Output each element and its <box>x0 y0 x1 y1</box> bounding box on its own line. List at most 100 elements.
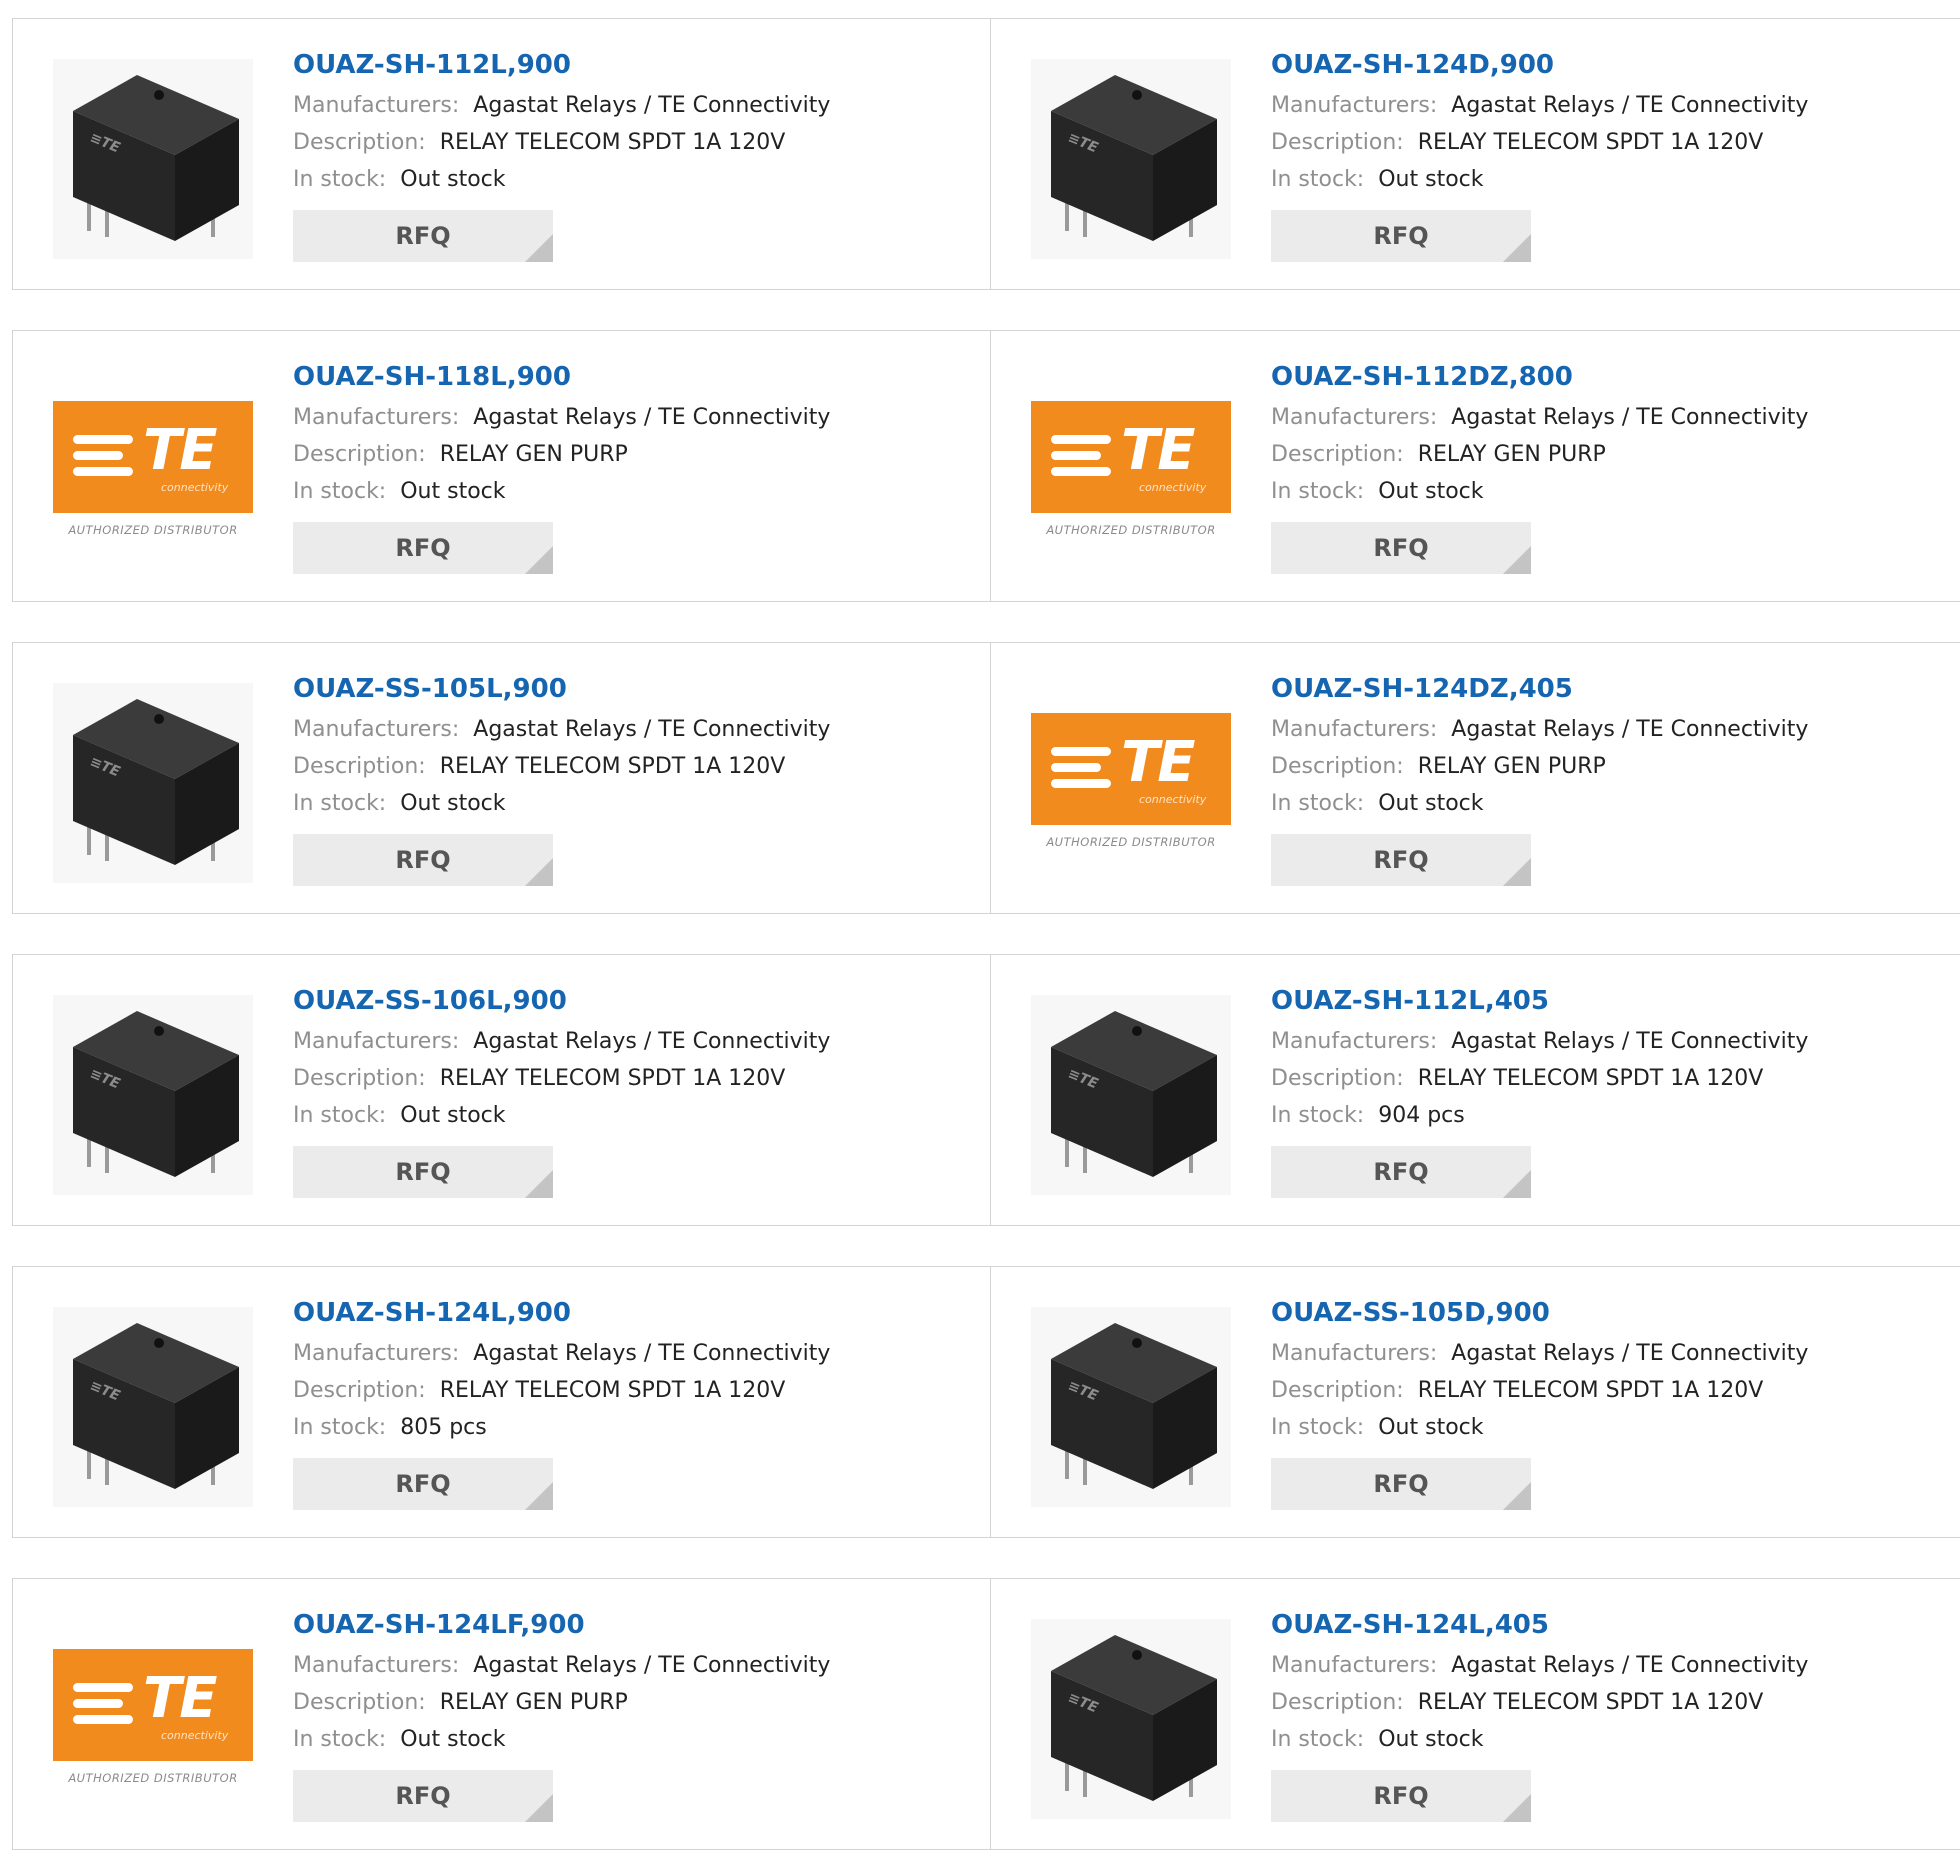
authorized-distributor-text: AUTHORIZED DISTRIBUTOR <box>1046 835 1216 849</box>
manufacturer-line: Manufacturers: Agastat Relays / TE Connec… <box>293 1023 830 1060</box>
product-info: OUAZ-SH-124LF,900 Manufacturers: Agastat … <box>293 1607 830 1822</box>
product-row: ≡TE OUAZ-SH-124L,900 Manufacturers: Agast… <box>12 1266 1960 1538</box>
product-row: TE connectivity AUTHORIZED DISTRIBUTOR O… <box>12 1578 1960 1850</box>
manufacturer-value: Agastat Relays / TE Connectivity <box>473 405 831 430</box>
description-value: RELAY GEN PURP <box>439 442 628 467</box>
manufacturer-line: Manufacturers: Agastat Relays / TE Connec… <box>1271 1335 1808 1372</box>
description-label: Description: <box>293 442 426 467</box>
te-logo-mark: TE <box>143 1666 217 1731</box>
product-thumbnail[interactable]: ≡TE <box>53 683 253 883</box>
rfq-button[interactable]: RFQ <box>1271 210 1531 262</box>
description-value: RELAY TELECOM SPDT 1A 120V <box>439 130 786 155</box>
part-number-link[interactable]: OUAZ-SH-124LF,900 <box>293 1607 830 1643</box>
description-value: RELAY TELECOM SPDT 1A 120V <box>439 1066 786 1091</box>
rfq-label: RFQ <box>395 1470 451 1498</box>
part-number-link[interactable]: OUAZ-SH-112L,405 <box>1271 983 1808 1019</box>
manufacturer-value: Agastat Relays / TE Connectivity <box>473 717 831 742</box>
stock-value: 805 pcs <box>400 1415 487 1440</box>
stock-value: Out stock <box>1378 1727 1484 1752</box>
manufacturer-value: Agastat Relays / TE Connectivity <box>473 93 831 118</box>
button-corner-accent <box>1503 858 1531 886</box>
product-card: ≡TE OUAZ-SH-112L,900 Manufacturers: Agast… <box>13 19 990 289</box>
relay-image: ≡TE <box>1031 995 1231 1195</box>
manufacturer-label: Manufacturers: <box>1271 1029 1438 1054</box>
part-number-link[interactable]: OUAZ-SH-112L,900 <box>293 47 830 83</box>
rfq-button[interactable]: RFQ <box>293 834 553 886</box>
product-thumbnail[interactable]: ≡TE <box>1031 1619 1231 1819</box>
part-number-link[interactable]: OUAZ-SH-124L,900 <box>293 1295 830 1331</box>
manufacturer-value: Agastat Relays / TE Connectivity <box>1451 1653 1809 1678</box>
stock-line: In stock: Out stock <box>1271 785 1808 822</box>
description-label: Description: <box>1271 754 1404 779</box>
manufacturer-label: Manufacturers: <box>1271 405 1438 430</box>
product-thumbnail[interactable]: ≡TE <box>1031 1307 1231 1507</box>
part-number-link[interactable]: OUAZ-SH-118L,900 <box>293 359 830 395</box>
rfq-button[interactable]: RFQ <box>1271 522 1531 574</box>
product-thumbnail[interactable]: TE connectivity AUTHORIZED DISTRIBUTOR <box>1031 371 1231 571</box>
rfq-button[interactable]: RFQ <box>1271 1770 1531 1822</box>
manufacturer-value: Agastat Relays / TE Connectivity <box>473 1341 831 1366</box>
manufacturer-label: Manufacturers: <box>1271 717 1438 742</box>
button-corner-accent <box>1503 1794 1531 1822</box>
te-logo-image: TE connectivity AUTHORIZED DISTRIBUTOR <box>1031 401 1231 541</box>
product-thumbnail[interactable]: ≡TE <box>53 995 253 1195</box>
product-thumbnail[interactable]: ≡TE <box>53 1307 253 1507</box>
product-thumbnail[interactable]: TE connectivity AUTHORIZED DISTRIBUTOR <box>1031 683 1231 883</box>
part-number-link[interactable]: OUAZ-SS-106L,900 <box>293 983 830 1019</box>
button-corner-accent <box>525 546 553 574</box>
stock-line: In stock: Out stock <box>293 1097 830 1134</box>
product-info: OUAZ-SH-124DZ,405 Manufacturers: Agastat … <box>1271 671 1808 886</box>
product-info: OUAZ-SH-124D,900 Manufacturers: Agastat R… <box>1271 47 1808 262</box>
product-info: OUAZ-SH-124L,405 Manufacturers: Agastat R… <box>1271 1607 1808 1822</box>
button-corner-accent <box>1503 1482 1531 1510</box>
manufacturer-line: Manufacturers: Agastat Relays / TE Connec… <box>293 87 830 124</box>
rfq-button[interactable]: RFQ <box>1271 1146 1531 1198</box>
description-value: RELAY TELECOM SPDT 1A 120V <box>1417 1690 1764 1715</box>
description-label: Description: <box>1271 442 1404 467</box>
relay-image: ≡TE <box>1031 1619 1231 1819</box>
stock-line: In stock: Out stock <box>1271 161 1808 198</box>
rfq-label: RFQ <box>1373 1158 1429 1186</box>
part-number-link[interactable]: OUAZ-SH-124D,900 <box>1271 47 1808 83</box>
stock-label: In stock: <box>293 167 387 192</box>
manufacturer-label: Manufacturers: <box>293 717 460 742</box>
description-label: Description: <box>1271 130 1404 155</box>
part-number-link[interactable]: OUAZ-SH-124L,405 <box>1271 1607 1808 1643</box>
description-line: Description: RELAY TELECOM SPDT 1A 120V <box>293 1372 830 1409</box>
rfq-button[interactable]: RFQ <box>293 1146 553 1198</box>
product-thumbnail[interactable]: ≡TE <box>1031 59 1231 259</box>
part-number-link[interactable]: OUAZ-SH-124DZ,405 <box>1271 671 1808 707</box>
product-thumbnail[interactable]: TE connectivity AUTHORIZED DISTRIBUTOR <box>53 371 253 571</box>
description-value: RELAY TELECOM SPDT 1A 120V <box>1417 1066 1764 1091</box>
product-thumbnail[interactable]: ≡TE <box>1031 995 1231 1195</box>
product-card: ≡TE OUAZ-SS-106L,900 Manufacturers: Agast… <box>13 955 990 1225</box>
rfq-label: RFQ <box>395 534 451 562</box>
relay-image: ≡TE <box>53 1307 253 1507</box>
manufacturer-label: Manufacturers: <box>293 405 460 430</box>
rfq-button[interactable]: RFQ <box>293 1458 553 1510</box>
part-number-link[interactable]: OUAZ-SS-105D,900 <box>1271 1295 1808 1331</box>
manufacturer-value: Agastat Relays / TE Connectivity <box>473 1029 831 1054</box>
product-info: OUAZ-SH-112L,405 Manufacturers: Agastat R… <box>1271 983 1808 1198</box>
description-line: Description: RELAY TELECOM SPDT 1A 120V <box>1271 1372 1808 1409</box>
rfq-button[interactable]: RFQ <box>293 522 553 574</box>
te-logo-image: TE connectivity AUTHORIZED DISTRIBUTOR <box>1031 713 1231 853</box>
product-card: ≡TE OUAZ-SH-124D,900 Manufacturers: Agast… <box>990 19 1960 289</box>
stock-value: 904 pcs <box>1378 1103 1465 1128</box>
stock-line: In stock: Out stock <box>293 785 830 822</box>
rfq-button[interactable]: RFQ <box>293 1770 553 1822</box>
description-line: Description: RELAY GEN PURP <box>1271 748 1808 785</box>
button-corner-accent <box>525 234 553 262</box>
rfq-button[interactable]: RFQ <box>1271 834 1531 886</box>
button-corner-accent <box>1503 1170 1531 1198</box>
rfq-button[interactable]: RFQ <box>1271 1458 1531 1510</box>
manufacturer-value: Agastat Relays / TE Connectivity <box>1451 717 1809 742</box>
te-logo-tagline: connectivity <box>1139 793 1207 806</box>
part-number-link[interactable]: OUAZ-SS-105L,900 <box>293 671 830 707</box>
product-row: ≡TE OUAZ-SS-106L,900 Manufacturers: Agast… <box>12 954 1960 1226</box>
stock-value: Out stock <box>400 1103 506 1128</box>
rfq-button[interactable]: RFQ <box>293 210 553 262</box>
product-thumbnail[interactable]: TE connectivity AUTHORIZED DISTRIBUTOR <box>53 1619 253 1819</box>
part-number-link[interactable]: OUAZ-SH-112DZ,800 <box>1271 359 1808 395</box>
product-thumbnail[interactable]: ≡TE <box>53 59 253 259</box>
